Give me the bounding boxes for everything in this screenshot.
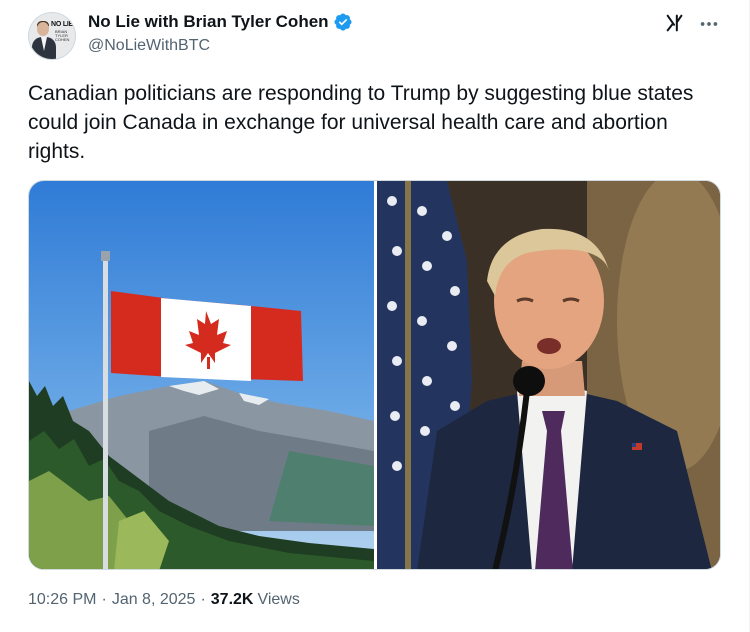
verified-badge-icon[interactable] <box>333 12 353 32</box>
author-handle[interactable]: @NoLieWithBTC <box>88 37 210 55</box>
tweet-date[interactable]: Jan 8, 2025 <box>112 591 196 609</box>
separator-dot: · <box>200 591 206 608</box>
tweet-time[interactable]: 10:26 PM <box>28 591 96 609</box>
canada-flag-mountains-icon <box>29 181 374 569</box>
avatar-logo-subtext: BRIAN TYLER COHEN <box>55 29 70 42</box>
grok-icon[interactable] <box>664 12 686 34</box>
tweet-media[interactable] <box>28 180 721 570</box>
canada-flag-photo[interactable] <box>29 181 374 569</box>
tweet-card: NO LIE BRIAN TYLER COHEN No Lie with Bri… <box>0 0 750 632</box>
trump-speaking-photo[interactable] <box>377 181 720 569</box>
author-avatar[interactable]: NO LIE BRIAN TYLER COHEN <box>28 12 76 60</box>
views-label[interactable]: Views <box>257 591 299 609</box>
tweet-text: Canadian politicians are responding to T… <box>28 82 694 163</box>
speaker-microphone-icon <box>377 181 720 569</box>
more-options-icon[interactable] <box>698 13 720 35</box>
author-name-row: No Lie with Brian Tyler Cohen <box>88 12 353 32</box>
tweet-footer: 10:26 PM · Jan 8, 2025 · 37.2K Views <box>28 591 300 609</box>
avatar-person-head <box>37 22 49 36</box>
avatar-logo-text: NO LIE <box>51 21 74 28</box>
separator-dot: · <box>101 591 107 608</box>
views-count[interactable]: 37.2K <box>211 591 254 609</box>
author-display-name[interactable]: No Lie with Brian Tyler Cohen <box>88 12 329 32</box>
